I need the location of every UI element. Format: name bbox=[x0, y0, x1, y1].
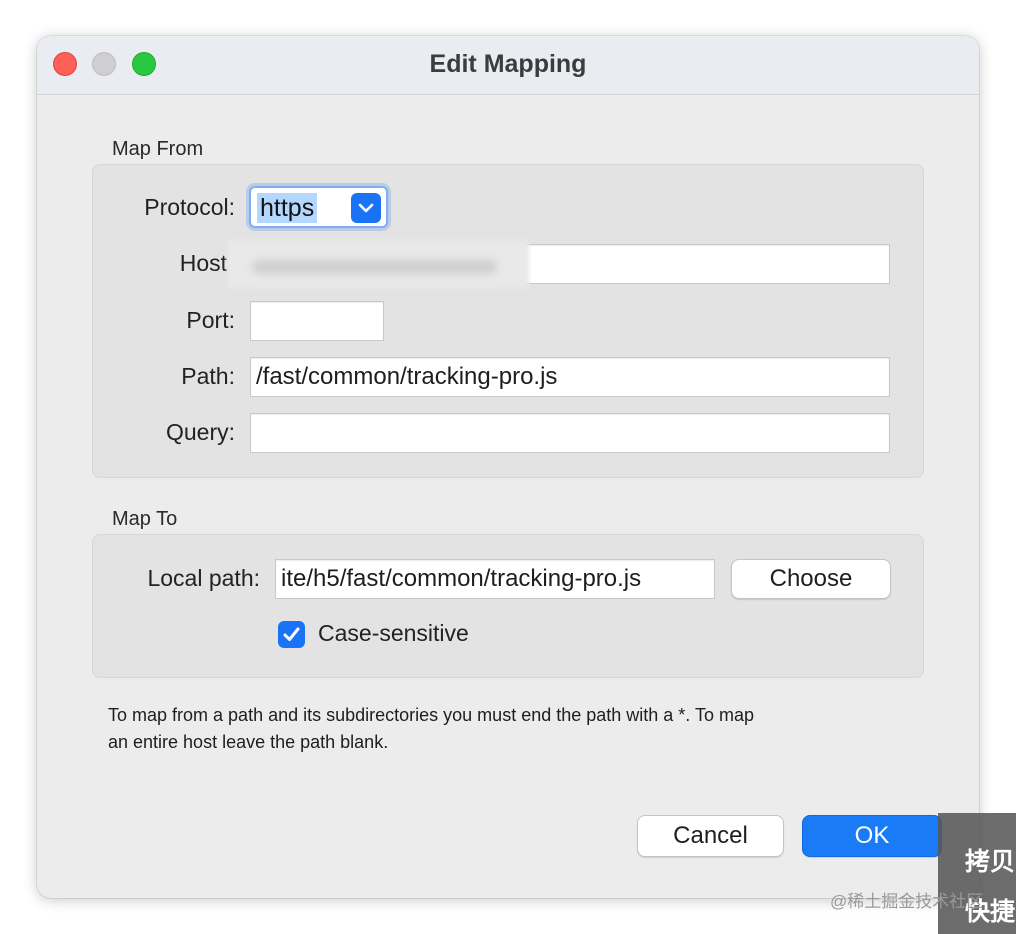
path-field[interactable]: /fast/common/tracking-pro.js bbox=[250, 357, 890, 397]
screen: Edit Mapping Map From Protocol: https Ho… bbox=[0, 0, 1016, 934]
protocol-label: Protocol: bbox=[144, 194, 235, 220]
case-sensitive-checkbox[interactable] bbox=[278, 621, 305, 648]
port-field[interactable] bbox=[250, 301, 384, 341]
case-sensitive-label[interactable]: Case-sensitive bbox=[318, 620, 469, 647]
path-label: Path: bbox=[181, 363, 235, 389]
edit-mapping-dialog: Edit Mapping Map From Protocol: https Ho… bbox=[37, 36, 979, 898]
map-to-label: Map To bbox=[112, 508, 178, 530]
hint-line-1: To map from a path and its subdirectorie… bbox=[108, 705, 755, 725]
local-path-field[interactable]: ite/h5/fast/common/tracking-pro.js bbox=[275, 559, 715, 599]
map-from-label: Map From bbox=[112, 138, 204, 160]
map-to-group bbox=[92, 534, 924, 678]
watermark-text: @稀土掘金技术社区 bbox=[830, 892, 984, 911]
ok-button[interactable]: OK bbox=[802, 815, 942, 857]
chevron-down-icon[interactable] bbox=[351, 193, 381, 223]
redacted-host-text bbox=[252, 260, 497, 274]
choose-button[interactable]: Choose bbox=[731, 559, 891, 599]
window-title: Edit Mapping bbox=[429, 50, 587, 78]
protocol-value: https bbox=[257, 193, 318, 223]
cancel-button[interactable]: Cancel bbox=[637, 815, 784, 857]
port-label: Port: bbox=[186, 307, 235, 333]
title-bar: Edit Mapping bbox=[37, 36, 979, 95]
protocol-select[interactable]: https bbox=[249, 186, 388, 228]
local-path-label: Local path: bbox=[147, 565, 260, 591]
host-label: Host bbox=[179, 250, 227, 276]
overlay-copy-label[interactable]: 拷贝 bbox=[965, 842, 1015, 878]
hint-line-2: an entire host leave the path blank. bbox=[108, 732, 389, 752]
query-field[interactable] bbox=[250, 413, 890, 453]
checkmark-icon bbox=[283, 627, 300, 641]
query-label: Query: bbox=[165, 419, 235, 445]
